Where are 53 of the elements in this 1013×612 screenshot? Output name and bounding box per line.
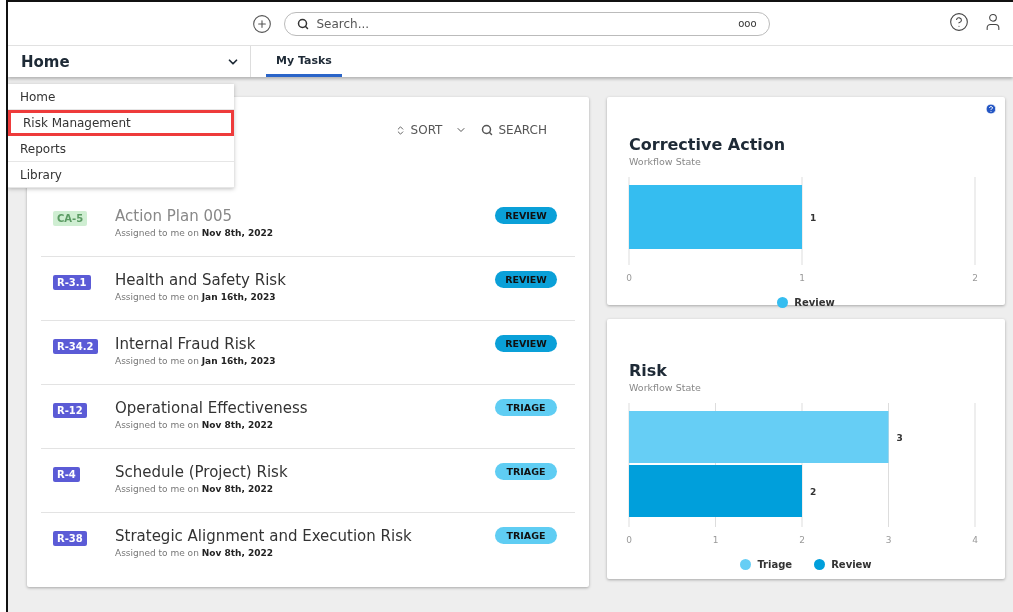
task-title[interactable]: Schedule (Project) Risk	[115, 463, 495, 481]
menu-item[interactable]: Risk Management	[8, 110, 234, 136]
state-badge: REVIEW	[495, 271, 557, 288]
assigned-text: Assigned to me on Jan 16th, 2023	[115, 292, 277, 302]
task-title[interactable]: Internal Fraud Risk	[115, 335, 495, 353]
options-icon[interactable]: ooo	[738, 18, 757, 29]
assigned-text: Assigned to me on Nov 8th, 2022	[115, 548, 274, 558]
state-badge: REVIEW	[495, 335, 557, 352]
legend-item: Review	[777, 297, 835, 308]
sort-button[interactable]: SORT	[394, 123, 468, 137]
axis-tick-label: 1	[712, 535, 719, 545]
id-tag: R-4	[53, 467, 80, 482]
chart-title: Corrective Action	[629, 135, 787, 154]
legend-item: Triage	[740, 559, 793, 570]
bar-value-label: 2	[810, 487, 817, 497]
axis-tick-label: 2	[972, 273, 978, 283]
state-badge: TRIAGE	[495, 463, 557, 480]
search-icon	[296, 17, 309, 30]
assigned-text: Assigned to me on Nov 8th, 2022	[115, 484, 274, 494]
assigned-text: Assigned to me on Nov 8th, 2022	[115, 228, 274, 238]
search-icon	[481, 124, 494, 136]
search-button[interactable]: SEARCH	[481, 123, 547, 137]
tab[interactable]: My Tasks	[266, 46, 342, 77]
chart-subtitle: Workflow State	[629, 156, 702, 167]
id-tag: R-38	[53, 531, 87, 546]
id-tag: R-12	[53, 403, 87, 418]
axis-tick-label: 3	[885, 535, 892, 545]
menu-item[interactable]: Home	[8, 84, 234, 110]
assigned-text: Assigned to me on Jan 16th, 2023	[115, 356, 277, 366]
state-badge: REVIEW	[495, 207, 557, 224]
task-title[interactable]: Action Plan 005	[115, 207, 495, 225]
bar-value-label: 1	[810, 213, 817, 223]
add-icon[interactable]	[251, 13, 272, 34]
assigned-text: Assigned to me on Nov 8th, 2022	[115, 420, 274, 430]
state-badge: TRIAGE	[495, 399, 557, 416]
axis-tick-label: 4	[972, 535, 978, 545]
id-tag: R-34.2	[53, 339, 98, 354]
axis-tick-label: 0	[626, 535, 632, 545]
bar-value-label: 3	[896, 433, 903, 443]
help-icon[interactable]	[949, 12, 969, 32]
axis-tick-label: 1	[799, 273, 805, 283]
id-tag: CA-5	[53, 211, 88, 226]
task-title[interactable]: Operational Effectiveness	[115, 399, 495, 417]
task-title[interactable]: Strategic Alignment and Execution Risk	[115, 527, 495, 545]
axis-tick-label: 0	[626, 273, 632, 283]
home-dropdown[interactable]: Home	[8, 46, 251, 77]
chart-subtitle: Workflow State	[629, 382, 702, 393]
state-badge: TRIAGE	[495, 527, 557, 544]
task-title[interactable]: Health and Safety Risk	[115, 271, 495, 289]
legend-item: Review	[814, 559, 872, 570]
axis-tick-label: 2	[799, 535, 805, 545]
chart-title: Risk	[629, 361, 668, 380]
id-tag: R-3.1	[53, 275, 91, 290]
